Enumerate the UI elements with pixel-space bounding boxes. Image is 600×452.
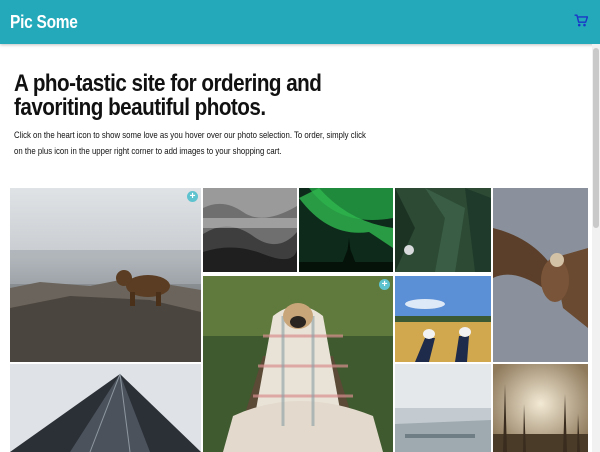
photo-skyscraper[interactable] (10, 364, 201, 452)
wheat-field-photo-image (395, 276, 491, 362)
top-navbar: Pic Some (0, 0, 600, 44)
pug-photo-image (203, 276, 393, 452)
eagle-photo-image (493, 188, 588, 362)
bear-photo-image (10, 188, 201, 362)
shopping-cart-icon[interactable] (574, 14, 589, 28)
skyscraper-photo-image (10, 364, 201, 452)
add-to-cart-plus-icon[interactable]: + (379, 279, 390, 290)
page-description: Click on the heart icon to show some lov… (14, 130, 366, 157)
photo-pug[interactable]: + (203, 276, 393, 452)
photo-bare-trees[interactable] (493, 364, 588, 452)
brand-logo-text[interactable]: Pic Some (10, 12, 78, 33)
add-to-cart-plus-icon[interactable]: + (187, 191, 198, 202)
photo-forest-aerial[interactable] (395, 188, 491, 272)
bare-trees-photo-image (493, 364, 588, 452)
photo-foggy-forest[interactable] (203, 188, 297, 272)
aurora-photo-image (299, 188, 393, 272)
photo-bear[interactable]: + (10, 188, 201, 362)
photo-hazy-city[interactable] (395, 364, 491, 452)
foggy-forest-photo-image (203, 188, 297, 272)
photo-wheat-field[interactable] (395, 276, 491, 362)
forest-aerial-photo-image (395, 188, 491, 272)
hazy-city-photo-image (395, 364, 491, 452)
page-title: A pho-tastic site for ordering and favor… (14, 70, 322, 121)
page-scrollbar-thumb[interactable] (593, 48, 599, 228)
photo-eagle[interactable] (493, 188, 588, 362)
photo-aurora[interactable] (299, 188, 393, 272)
